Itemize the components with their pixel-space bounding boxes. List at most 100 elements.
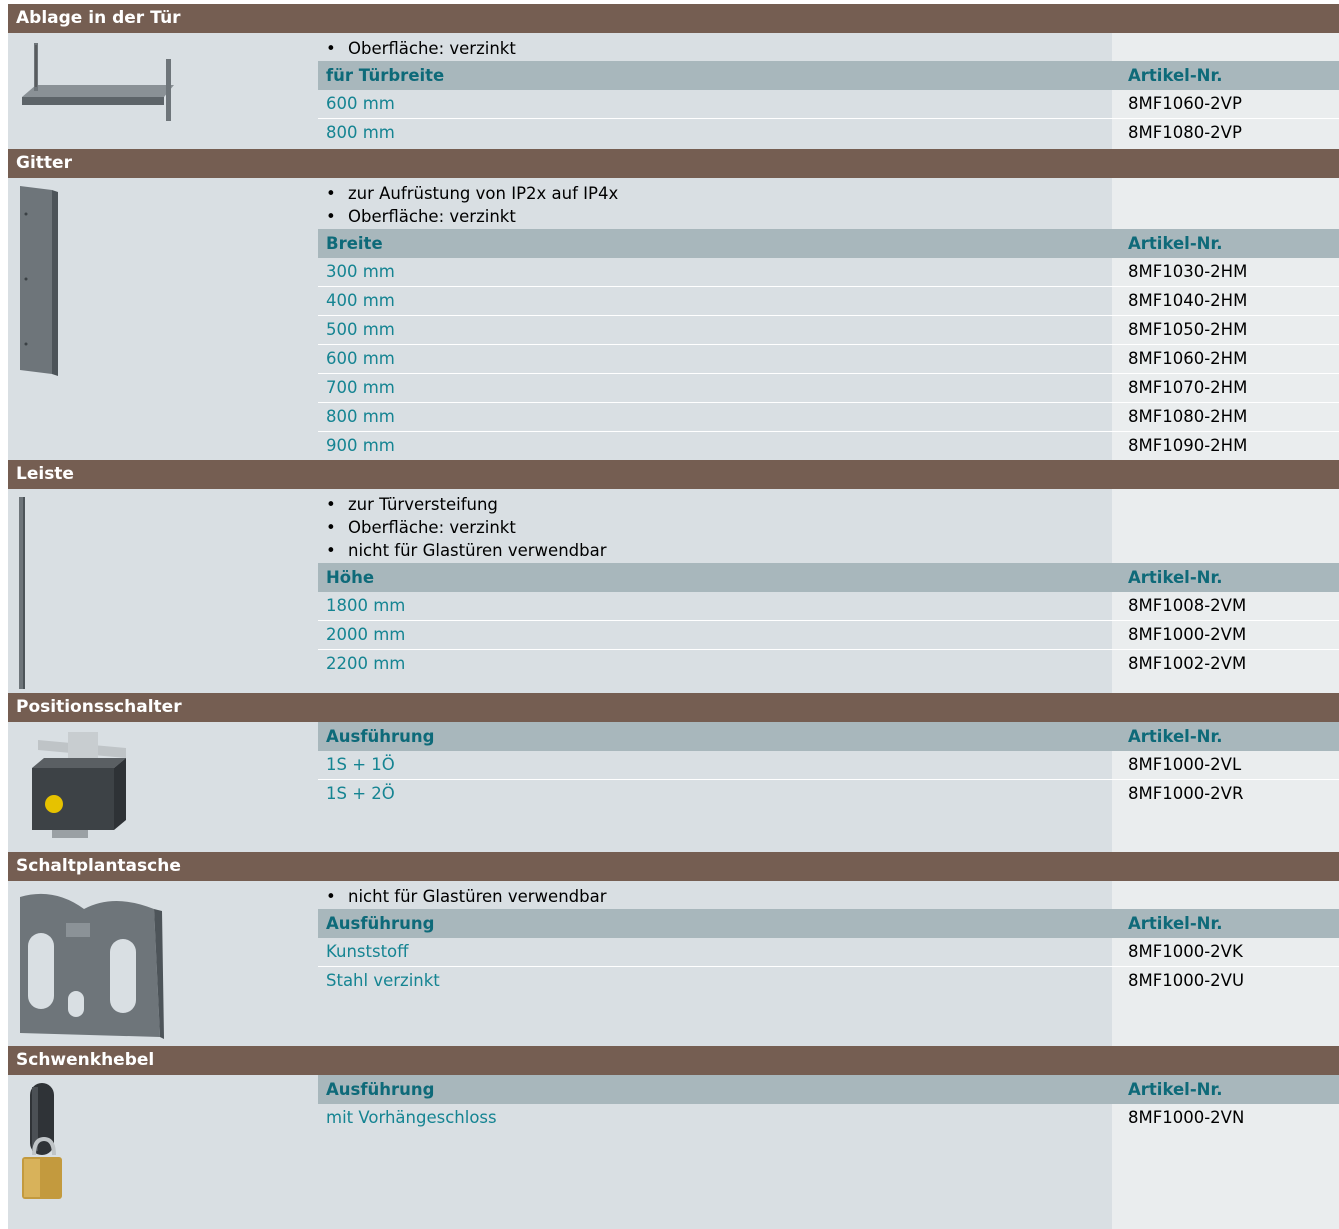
table-body: mit Vorhängeschloss 8MF1000-2VN [318, 1104, 1339, 1132]
article-number-cell: 8MF1000-2VN [1128, 1108, 1245, 1127]
feature-item: nicht für Glastüren verwendbar [326, 885, 1339, 908]
feature-item: Oberfläche: verzinkt [326, 516, 1339, 539]
article-number-cell: 8MF1000-2VK [1128, 942, 1243, 961]
section-content: Oberfläche: verzinkt für Türbreite Artikel… [318, 33, 1339, 147]
section-body: nicht für Glastüren verwendbarAusführung… [8, 881, 1339, 1046]
table-row: 800 mm 8MF1080-2VP [318, 119, 1339, 147]
article-number-cell: 8MF1000-2VU [1128, 971, 1245, 990]
table-row: mit Vorhängeschloss 8MF1000-2VN [318, 1104, 1339, 1132]
section-body: zur Aufrüstung von IP2x auf IP4xOberfläc… [8, 178, 1339, 460]
position-switch-icon [8, 722, 318, 852]
table-row: 400 mm 8MF1040-2HM [318, 287, 1339, 316]
section-title: Gitter [8, 149, 1339, 178]
article-number-cell: 8MF1060-2HM [1128, 349, 1248, 368]
article-number-cell: 8MF1060-2VP [1128, 94, 1242, 113]
section-content: Ausführung Artikel-Nr. 1S + 1Ö 8MF1000-2VL 1… [318, 722, 1339, 808]
column-header-variant: Ausführung [326, 914, 435, 933]
feature-list: zur TürversteifungOberfläche: verzinktni… [318, 489, 1339, 563]
table-row: Kunststoff 8MF1000-2VK [318, 938, 1339, 967]
variant-cell: 700 mm [326, 378, 395, 397]
variant-cell: 300 mm [326, 262, 395, 281]
article-number-cell: 8MF1050-2HM [1128, 320, 1248, 339]
section: Schwenkhebel Ausführung Artikel-Nr. mit Vor… [8, 1046, 1339, 1229]
table-row: 700 mm 8MF1070-2HM [318, 374, 1339, 403]
section-title: Schwenkhebel [8, 1046, 1339, 1075]
article-number-cell: 8MF1002-2VM [1128, 654, 1247, 673]
table-body: Kunststoff 8MF1000-2VK Stahl verzinkt 8MF10… [318, 938, 1339, 995]
variant-cell: 1S + 2Ö [326, 784, 395, 803]
column-header-variant: Ausführung [326, 727, 435, 746]
article-number-cell: 8MF1000-2VL [1128, 755, 1242, 774]
schematic-pocket-icon [8, 881, 318, 1046]
feature-item: Oberfläche: verzinkt [326, 205, 1339, 228]
door-shelf-icon [8, 33, 318, 149]
column-header-article: Artikel-Nr. [1128, 66, 1223, 85]
table-row: 800 mm 8MF1080-2HM [318, 403, 1339, 432]
table-row: 300 mm 8MF1030-2HM [318, 258, 1339, 287]
table-row: 900 mm 8MF1090-2HM [318, 432, 1339, 460]
section-title: Ablage in der Tür [8, 4, 1339, 33]
column-header-article: Artikel-Nr. [1128, 727, 1223, 746]
article-number-cell: 8MF1080-2HM [1128, 407, 1248, 426]
article-number-cell: 8MF1090-2HM [1128, 436, 1248, 455]
feature-item: Oberfläche: verzinkt [326, 37, 1339, 60]
section-body: Oberfläche: verzinkt für Türbreite Artikel… [8, 33, 1339, 149]
variant-cell: 2200 mm [326, 654, 406, 673]
table-header: Ausführung Artikel-Nr. [318, 909, 1339, 938]
variant-cell: mit Vorhängeschloss [326, 1108, 497, 1127]
column-header-article: Artikel-Nr. [1128, 568, 1223, 587]
section-content: nicht für Glastüren verwendbarAusführung… [318, 881, 1339, 995]
article-number-cell: 8MF1000-2VM [1128, 625, 1247, 644]
product-catalog: Ablage in der TürOberfläche: verzinktfür… [8, 4, 1339, 1229]
variant-cell: 1S + 1Ö [326, 755, 395, 774]
table-body: 600 mm 8MF1060-2VP 800 mm 8MF1080-2VP [318, 90, 1339, 147]
table-row: 1S + 2Ö 8MF1000-2VR [318, 780, 1339, 808]
section: Schaltplantasche nicht für Glastüren verw… [8, 852, 1339, 1046]
table-row: 2000 mm 8MF1000-2VM [318, 621, 1339, 650]
section-content: zur Aufrüstung von IP2x auf IP4xOberfläc… [318, 178, 1339, 460]
section: Ablage in der TürOberfläche: verzinktfür… [8, 4, 1339, 149]
table-body: 1800 mm 8MF1008-2VM 2000 mm 8MF1000-2VM 2200… [318, 592, 1339, 678]
article-number-cell: 8MF1000-2VR [1128, 784, 1244, 803]
grille-icon [8, 178, 318, 460]
article-number-cell: 8MF1030-2HM [1128, 262, 1248, 281]
variant-cell: 1800 mm [326, 596, 406, 615]
variant-cell: 900 mm [326, 436, 395, 455]
variant-cell: 400 mm [326, 291, 395, 310]
variant-cell: 600 mm [326, 94, 395, 113]
table-row: 600 mm 8MF1060-2VP [318, 90, 1339, 119]
section-body: Ausführung Artikel-Nr. 1S + 1Ö 8MF1000-2VL 1… [8, 722, 1339, 852]
section-title: Leiste [8, 460, 1339, 489]
feature-item: nicht für Glastüren verwendbar [326, 539, 1339, 562]
article-number-cell: 8MF1070-2HM [1128, 378, 1248, 397]
column-header-article: Artikel-Nr. [1128, 1080, 1223, 1099]
variant-cell: 500 mm [326, 320, 395, 339]
table-header: für Türbreite Artikel-Nr. [318, 61, 1339, 90]
table-row: 500 mm 8MF1050-2HM [318, 316, 1339, 345]
feature-list: zur Aufrüstung von IP2x auf IP4xOberfläc… [318, 178, 1339, 229]
swivel-lever-icon [8, 1075, 318, 1229]
column-header-variant: Breite [326, 234, 383, 253]
section-content: zur TürversteifungOberfläche: verzinktni… [318, 489, 1339, 678]
variant-cell: 800 mm [326, 123, 395, 142]
section-body: Ausführung Artikel-Nr. mit Vorhängeschloss… [8, 1075, 1339, 1229]
section-title: Schaltplantasche [8, 852, 1339, 881]
section: Gitterzur Aufrüstung von IP2x auf IP4xOb… [8, 149, 1339, 460]
article-number-cell: 8MF1008-2VM [1128, 596, 1247, 615]
table-row: 1S + 1Ö 8MF1000-2VL [318, 751, 1339, 780]
article-number-cell: 8MF1080-2VP [1128, 123, 1242, 142]
table-row: 1800 mm 8MF1008-2VM [318, 592, 1339, 621]
variant-cell: 2000 mm [326, 625, 406, 644]
variant-cell: 800 mm [326, 407, 395, 426]
variant-cell: 600 mm [326, 349, 395, 368]
section-content: Ausführung Artikel-Nr. mit Vorhängeschloss… [318, 1075, 1339, 1132]
strip-icon [8, 489, 318, 693]
table-body: 300 mm 8MF1030-2HM 400 mm 8MF1040-2HM 500 mm… [318, 258, 1339, 460]
table-header: Ausführung Artikel-Nr. [318, 1075, 1339, 1104]
table-body: 1S + 1Ö 8MF1000-2VL 1S + 2Ö 8MF1000-2VR [318, 751, 1339, 808]
variant-cell: Kunststoff [326, 942, 409, 961]
feature-list: Oberfläche: verzinkt [318, 33, 1339, 61]
column-header-variant: Höhe [326, 568, 375, 587]
table-header: Breite Artikel-Nr. [318, 229, 1339, 258]
column-header-article: Artikel-Nr. [1128, 914, 1223, 933]
